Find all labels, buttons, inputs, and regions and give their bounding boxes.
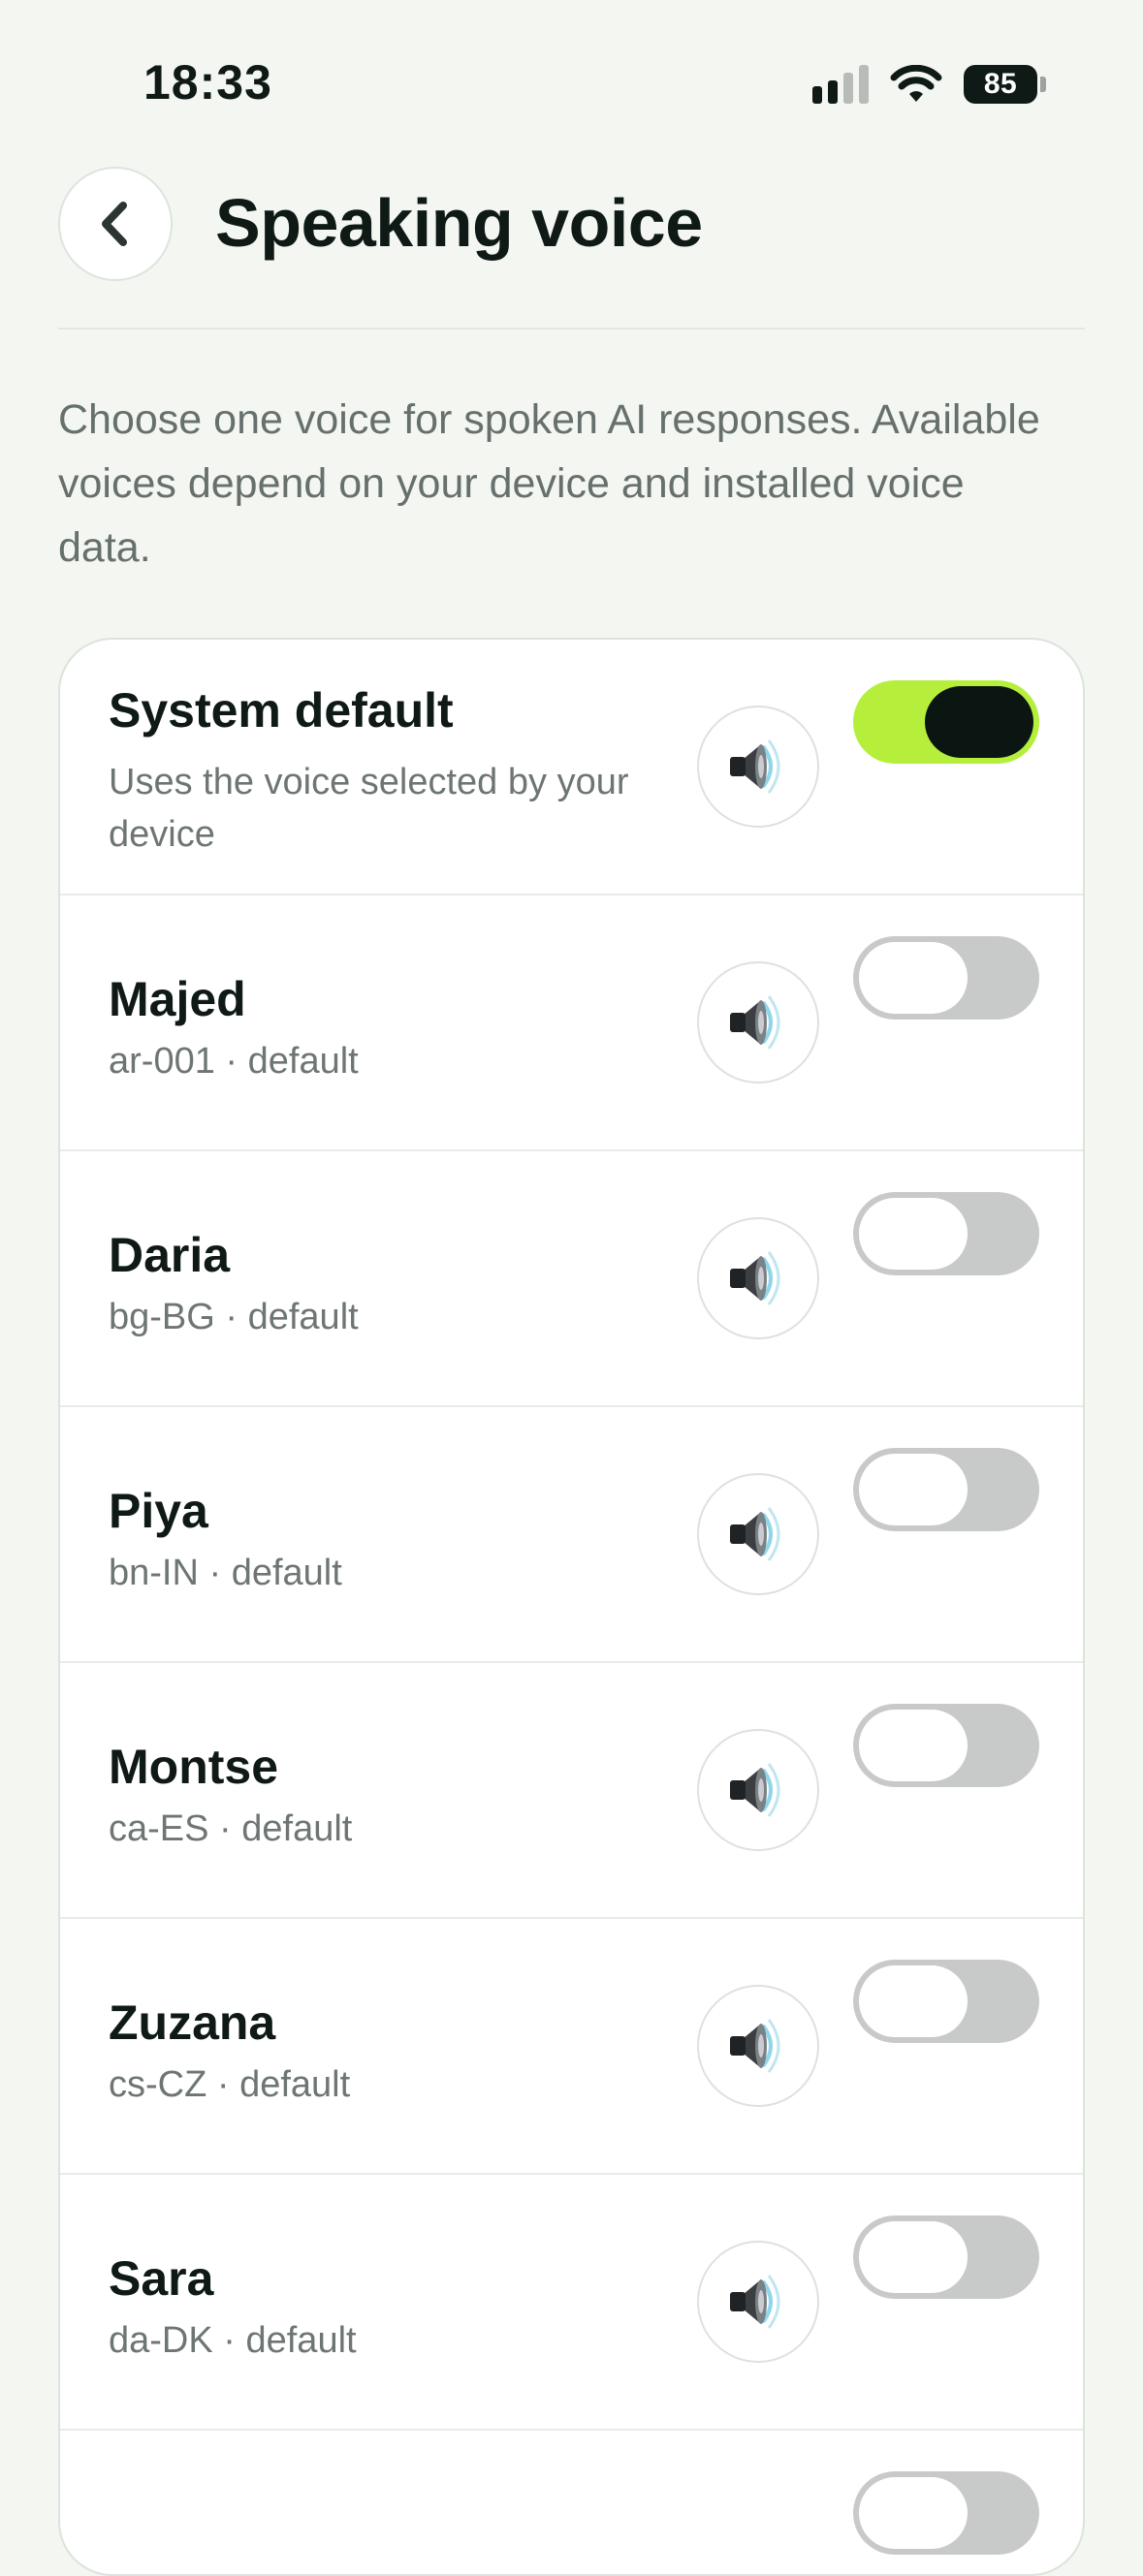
preview-voice-button[interactable] — [697, 1985, 819, 2107]
voice-toggle[interactable] — [853, 1448, 1039, 1531]
voice-name: Daria — [109, 1228, 231, 1282]
preview-voice-button[interactable] — [697, 706, 819, 828]
voice-detail: bg-BG · default — [109, 1297, 359, 1337]
voice-detail: bn-IN · default — [109, 1553, 342, 1593]
preview-voice-button[interactable] — [697, 1217, 819, 1339]
status-bar: 18:33 85 — [0, 0, 1143, 145]
speaker-icon — [730, 2019, 780, 2073]
cellular-signal-icon — [812, 65, 869, 104]
voice-list: System default Uses the voice selected b… — [58, 638, 1085, 2576]
voice-name: Sara — [109, 2251, 214, 2306]
voice-row-piya[interactable]: Piya bn-IN · default — [60, 1407, 1083, 1663]
voice-row-sara[interactable]: Sara da-DK · default — [60, 2175, 1083, 2431]
preview-voice-button[interactable] — [697, 2241, 819, 2363]
speaker-icon — [730, 739, 780, 794]
voice-row-system-default[interactable]: System default Uses the voice selected b… — [60, 640, 1083, 895]
chevron-left-icon — [102, 202, 127, 246]
voice-toggle[interactable] — [853, 2215, 1039, 2299]
voice-toggle[interactable] — [853, 1704, 1039, 1787]
voice-detail: cs-CZ · default — [109, 2064, 351, 2105]
speaker-icon — [730, 1763, 780, 1817]
preview-voice-button[interactable] — [697, 961, 819, 1084]
voice-row-montse[interactable]: Montse ca-ES · default — [60, 1663, 1083, 1919]
voice-toggle[interactable] — [853, 1192, 1039, 1275]
voice-toggle[interactable] — [853, 936, 1039, 1020]
speaker-icon — [730, 1251, 780, 1305]
page-title: Speaking voice — [215, 185, 703, 261]
voice-toggle[interactable] — [853, 1960, 1039, 2043]
preview-voice-button[interactable] — [697, 1729, 819, 1851]
description-text: Choose one voice for spoken AI responses… — [58, 396, 1040, 571]
voice-name: System default — [109, 683, 454, 738]
voice-row-zuzana[interactable]: Zuzana cs-CZ · default — [60, 1919, 1083, 2175]
voice-detail: ca-ES · default — [109, 1808, 353, 1849]
preview-voice-button[interactable] — [697, 1473, 819, 1595]
speaker-icon — [730, 1507, 780, 1561]
voice-name: Montse — [109, 1740, 278, 1794]
voice-detail: da-DK · default — [109, 2320, 357, 2361]
status-time: 18:33 — [143, 55, 272, 110]
battery-icon: 85 — [964, 65, 1046, 104]
back-button[interactable] — [58, 167, 173, 281]
voice-row-majed[interactable]: Majed ar-001 · default — [60, 895, 1083, 1151]
voice-detail: Uses the voice selected by your device — [109, 762, 629, 855]
header: Speaking voice — [58, 165, 1085, 330]
wifi-icon — [890, 65, 942, 102]
voice-name: Majed — [109, 972, 246, 1026]
voice-name: Zuzana — [109, 1995, 276, 2050]
voice-row-daria[interactable]: Daria bg-BG · default — [60, 1151, 1083, 1407]
voice-toggle[interactable] — [853, 2471, 1039, 2555]
voice-name: Piya — [109, 1484, 208, 1538]
voice-toggle[interactable] — [853, 680, 1039, 764]
voice-detail: ar-001 · default — [109, 1041, 359, 1082]
speaker-icon — [730, 995, 780, 1050]
status-icons: 85 — [812, 60, 1046, 109]
speaker-icon — [730, 2275, 780, 2329]
battery-level: 85 — [964, 65, 1037, 104]
voice-row-partial[interactable] — [60, 2431, 1083, 2574]
